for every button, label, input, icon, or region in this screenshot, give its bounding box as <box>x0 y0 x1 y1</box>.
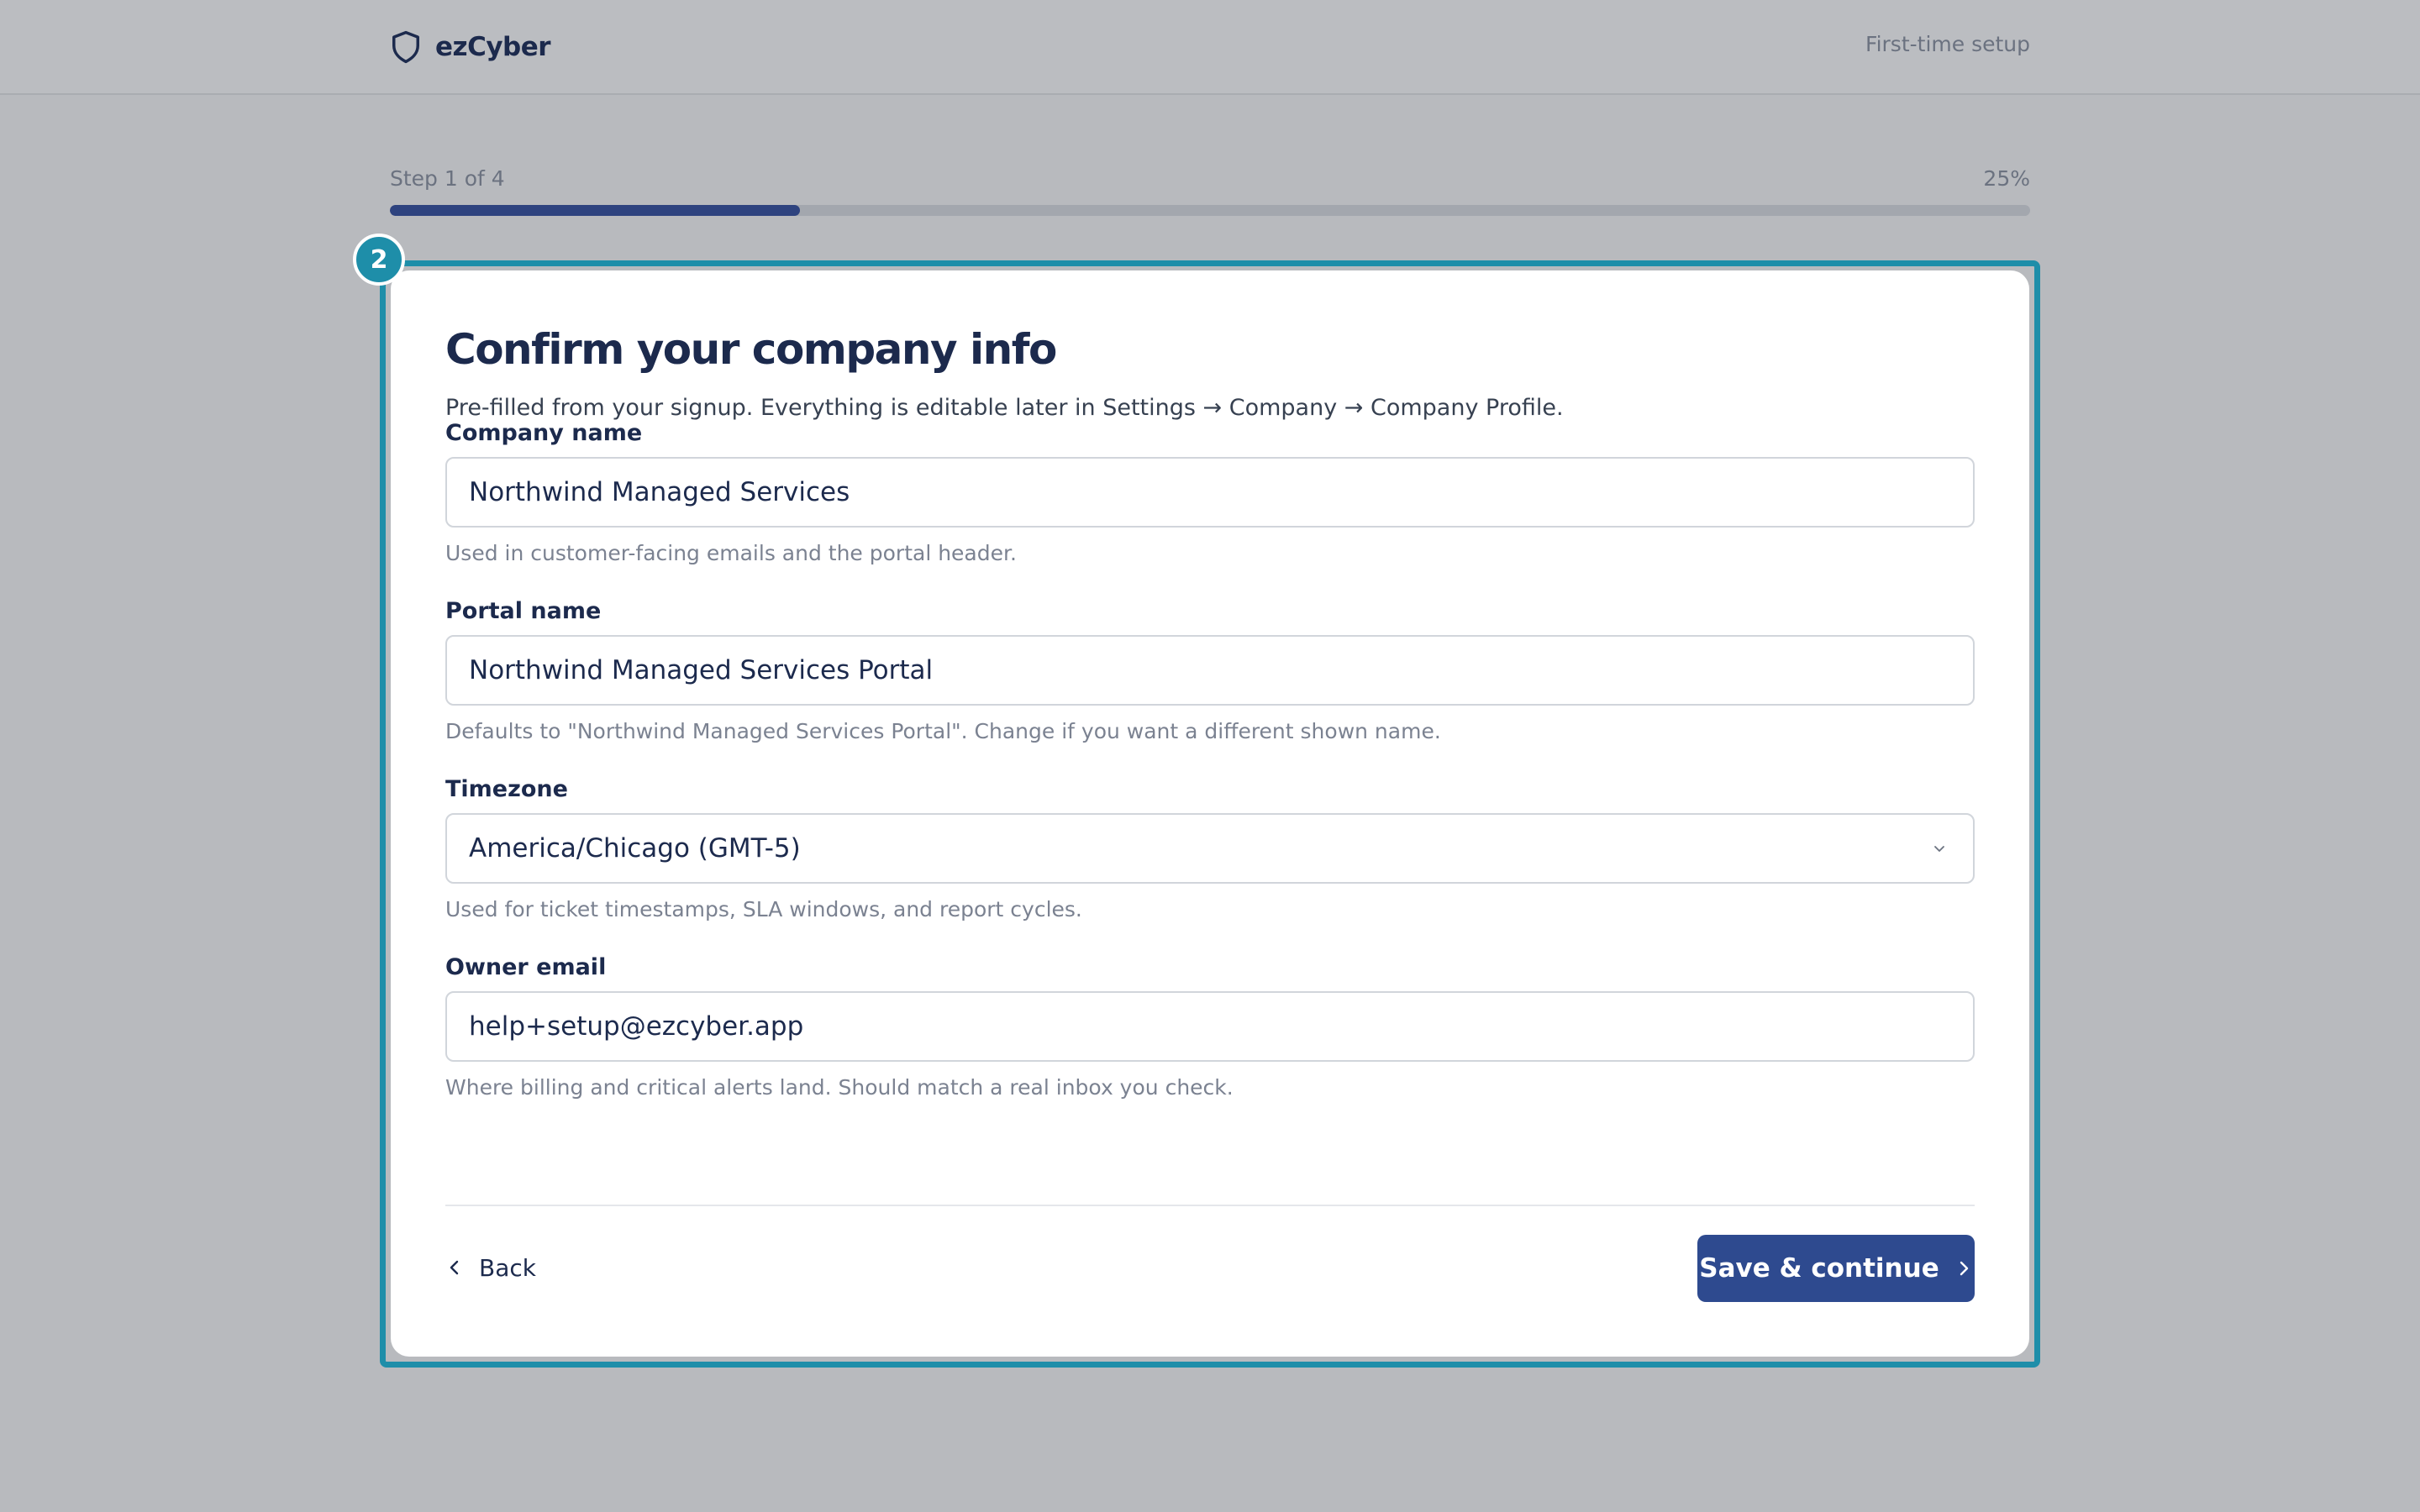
setup-label: First-time setup <box>1865 32 2030 56</box>
owner-email-label: Owner email <box>445 954 607 980</box>
portal-name-input[interactable]: Northwind Managed Services Portal <box>445 635 1975 706</box>
chevron-right-icon <box>1960 1261 1968 1276</box>
company-name-field: Company name Northwind Managed Services … <box>445 420 1975 565</box>
shield-icon <box>392 30 419 64</box>
progress-bar <box>390 205 2030 216</box>
timezone-field: Timezone America/Chicago (GMT-5) Used fo… <box>445 776 1975 921</box>
page-title: Confirm your company info <box>445 325 1057 374</box>
save-continue-button[interactable]: Save & continue <box>1697 1235 1975 1302</box>
back-button[interactable]: Back <box>445 1249 536 1286</box>
portal-name-hint: Defaults to "Northwind Managed Services … <box>445 719 1441 743</box>
portal-name-field: Portal name Northwind Managed Services P… <box>445 598 1975 743</box>
save-label: Save & continue <box>1699 1253 1939 1284</box>
chevron-down-icon <box>1934 846 1944 852</box>
company-name-value: Northwind Managed Services <box>469 477 850 507</box>
top-bar: ezCyber First-time setup <box>0 0 2420 95</box>
company-name-label: Company name <box>445 420 643 446</box>
timezone-hint: Used for ticket timestamps, SLA windows,… <box>445 897 1082 921</box>
progress-percent: 25% <box>1983 166 2030 191</box>
owner-email-input[interactable]: help+setup@ezcyber.app <box>445 991 1975 1062</box>
portal-name-value: Northwind Managed Services Portal <box>469 655 934 685</box>
step-highlight-badge: 2 <box>353 234 405 286</box>
page-subtitle: Pre-filled from your signup. Everything … <box>445 395 1564 421</box>
brand[interactable]: ezCyber <box>390 29 551 66</box>
progress-fill <box>390 205 800 216</box>
portal-name-label: Portal name <box>445 598 602 624</box>
chevron-left-icon <box>450 1260 459 1275</box>
company-info-card: Confirm your company info Pre-filled fro… <box>391 270 2029 1357</box>
timezone-select[interactable]: America/Chicago (GMT-5) <box>445 813 1975 884</box>
back-label: Back <box>479 1253 536 1282</box>
timezone-label: Timezone <box>445 776 568 802</box>
company-name-input[interactable]: Northwind Managed Services <box>445 457 1975 528</box>
owner-email-value: help+setup@ezcyber.app <box>469 1011 804 1042</box>
timezone-value: America/Chicago (GMT-5) <box>469 833 801 864</box>
brand-name: ezCyber <box>435 32 551 62</box>
owner-email-hint: Where billing and critical alerts land. … <box>445 1075 1234 1100</box>
owner-email-field: Owner email help+setup@ezcyber.app Where… <box>445 954 1975 1100</box>
divider <box>445 1205 1975 1206</box>
company-name-hint: Used in customer-facing emails and the p… <box>445 541 1017 565</box>
step-label: Step 1 of 4 <box>390 166 505 191</box>
